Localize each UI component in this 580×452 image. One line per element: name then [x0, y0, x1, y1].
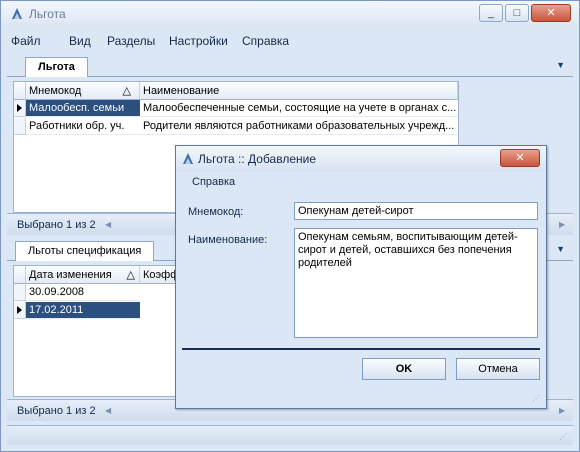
table-row-cell[interactable]: Малообеспеченные семьи, состоящие на уче…	[140, 100, 458, 117]
close-button[interactable]: ✕	[531, 4, 571, 22]
row-indicator-header	[14, 82, 26, 100]
tab-lgota-spec[interactable]: Льготы спецификация	[15, 241, 155, 261]
maximize-button[interactable]: □	[505, 4, 529, 22]
dialog-resize-grip-icon[interactable]: ⋰	[532, 394, 542, 404]
row-indicator-header	[14, 266, 26, 284]
mnemo-input[interactable]: Опекунам детей-сирот	[294, 202, 538, 220]
ok-button[interactable]: OK	[362, 358, 446, 380]
menu-bar: Файл Вид Разделы Настройки Справка	[7, 31, 573, 51]
window-title: Льгота	[29, 7, 66, 21]
app-window: Льгота _ □ ✕ Файл Вид Разделы Настройки …	[0, 0, 580, 452]
sort-ascending-icon: △	[122, 85, 131, 97]
sort-ascending-icon: △	[126, 269, 135, 281]
dialog-form-panel: Мнемокод: Опекунам детей-сирот Наименова…	[182, 194, 540, 350]
tab-menu-arrow-icon[interactable]: ▼	[556, 244, 565, 254]
table-row-cell[interactable]: 30.09.2008	[26, 284, 140, 301]
column-header-coef[interactable]: Коэфф	[140, 266, 180, 284]
name-label: Наименование:	[188, 234, 268, 246]
name-textarea[interactable]: Опекунам семьям, воспитывающим детей-сир…	[294, 228, 538, 338]
column-header-name[interactable]: Наименование	[140, 82, 458, 100]
scroll-left-icon[interactable]: ◀	[105, 406, 111, 415]
column-header-mnemo[interactable]: Мнемокод △	[26, 82, 140, 100]
table-row-cell[interactable]: Родители являются работниками образовате…	[140, 118, 458, 135]
bottom-selection-status: Выбрано 1 из 2	[17, 405, 96, 417]
current-row-icon	[17, 104, 22, 112]
table-row-cell[interactable]: Работники обр. уч.	[26, 118, 140, 135]
dialog-close-button[interactable]: ✕	[500, 149, 540, 167]
menu-file[interactable]: Файл	[11, 34, 41, 48]
dialog-title-bar: Льгота :: Добавление ✕	[176, 146, 546, 172]
row-indicator[interactable]	[14, 284, 26, 301]
dialog-menu-help[interactable]: Справка	[192, 176, 235, 188]
tab-menu-arrow-icon[interactable]: ▼	[556, 60, 565, 70]
column-header-date-label: Дата изменения	[29, 269, 112, 281]
current-row-icon	[17, 306, 22, 314]
menu-help[interactable]: Справка	[242, 34, 289, 48]
top-tabstrip: Льгота ▼	[7, 55, 573, 77]
app-logo-icon	[12, 8, 22, 19]
top-selection-status: Выбрано 1 из 2	[17, 219, 96, 231]
table-row-cell[interactable]: Малообесп. семьи	[26, 100, 140, 117]
window-status-bar: ⋰	[7, 425, 573, 445]
minimize-button[interactable]: _	[479, 4, 503, 22]
tab-lgota[interactable]: Льгота	[25, 57, 88, 77]
table-row-cell[interactable]: 17.02.2011	[26, 302, 140, 319]
scroll-left-icon[interactable]: ◀	[105, 220, 111, 229]
resize-grip-icon[interactable]: ⋰	[559, 432, 569, 442]
column-header-date[interactable]: Дата изменения △	[26, 266, 140, 284]
menu-view[interactable]: Вид	[69, 34, 91, 48]
add-dialog: Льгота :: Добавление ✕ Справка Мнемокод:…	[175, 145, 547, 409]
cancel-button[interactable]: Отмена	[456, 358, 540, 380]
row-indicator[interactable]	[14, 118, 26, 135]
bottom-grid: Дата изменения △ Коэфф 30.09.2008 17.02.…	[13, 265, 180, 397]
mnemo-label: Мнемокод:	[188, 206, 244, 218]
menu-sections[interactable]: Разделы	[107, 34, 155, 48]
app-logo-icon	[183, 153, 193, 164]
scroll-right-icon[interactable]: ▶	[559, 406, 565, 415]
column-header-mnemo-label: Мнемокод	[29, 85, 82, 97]
scroll-right-icon[interactable]: ▶	[559, 220, 565, 229]
row-indicator[interactable]	[14, 100, 26, 117]
dialog-title: Льгота :: Добавление	[198, 152, 317, 166]
title-bar: Льгота _ □ ✕	[1, 1, 579, 27]
menu-settings[interactable]: Настройки	[169, 34, 228, 48]
row-indicator[interactable]	[14, 302, 26, 319]
